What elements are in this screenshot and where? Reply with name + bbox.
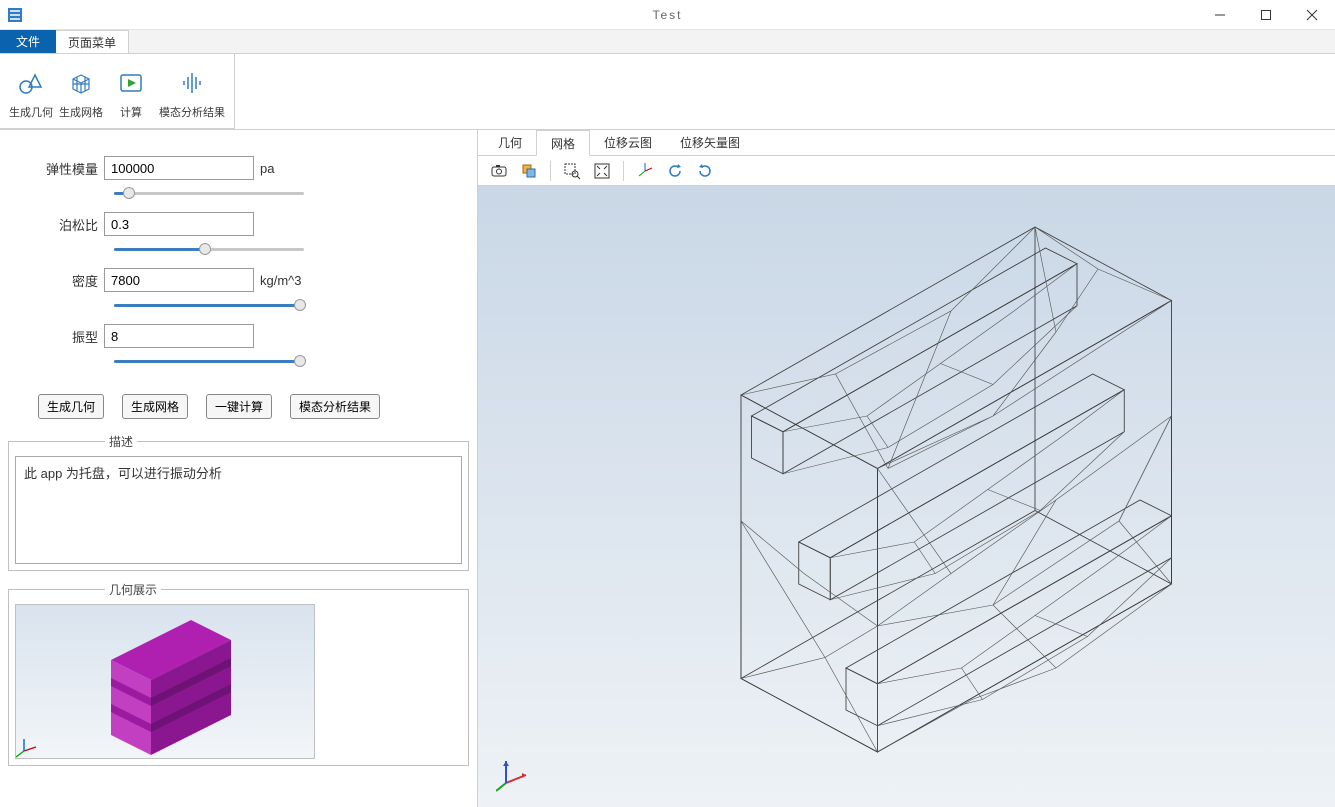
camera-icon[interactable] bbox=[486, 159, 512, 183]
tab-geometry[interactable]: 几何 bbox=[484, 130, 536, 155]
window-title: Test bbox=[0, 8, 1335, 22]
poisson-label: 泊松比 bbox=[8, 215, 104, 234]
geometry-icon bbox=[17, 69, 45, 100]
waveform-icon bbox=[178, 69, 206, 100]
description-fieldset: 描述 此 app 为托盘，可以进行振动分析 bbox=[8, 433, 469, 571]
zoom-extent-icon[interactable] bbox=[589, 159, 615, 183]
ribbon-gen-mesh[interactable]: 生成网格 bbox=[56, 58, 106, 124]
scene-icon[interactable] bbox=[516, 159, 542, 183]
description-text: 此 app 为托盘，可以进行振动分析 bbox=[15, 456, 462, 564]
ribbon-label: 计算 bbox=[120, 104, 142, 120]
title-bar: Test bbox=[0, 0, 1335, 30]
density-slider[interactable] bbox=[114, 296, 304, 314]
mode-slider[interactable] bbox=[114, 352, 304, 370]
poisson-slider[interactable] bbox=[114, 240, 304, 258]
mesh-cube-icon bbox=[67, 69, 95, 100]
geometry-preview-viewport[interactable] bbox=[15, 604, 315, 759]
density-input[interactable] bbox=[104, 268, 254, 292]
mode-label: 振型 bbox=[8, 327, 104, 346]
view-tabs: 几何 网格 位移云图 位移矢量图 bbox=[478, 130, 1335, 156]
elastic-modulus-input[interactable] bbox=[104, 156, 254, 180]
ribbon-gen-geom[interactable]: 生成几何 bbox=[6, 58, 56, 124]
rotate-ccw-icon[interactable] bbox=[662, 159, 688, 183]
zoom-select-icon[interactable] bbox=[559, 159, 585, 183]
mode-input[interactable] bbox=[104, 324, 254, 348]
elastic-modulus-label: 弹性模量 bbox=[8, 159, 104, 178]
close-button[interactable] bbox=[1289, 0, 1335, 30]
ribbon-label: 生成网格 bbox=[59, 104, 103, 120]
geometry-preview-fieldset: 几何展示 bbox=[8, 581, 469, 766]
ribbon-modal-result[interactable]: 模态分析结果 bbox=[156, 58, 228, 124]
rotate-cw-icon[interactable] bbox=[692, 159, 718, 183]
results-panel: 几何 网格 位移云图 位移矢量图 bbox=[478, 130, 1335, 807]
axes-icon[interactable] bbox=[632, 159, 658, 183]
density-label: 密度 bbox=[8, 271, 104, 290]
gen-mesh-button[interactable]: 生成网格 bbox=[122, 394, 188, 419]
play-icon bbox=[117, 69, 145, 100]
minimize-button[interactable] bbox=[1197, 0, 1243, 30]
elastic-modulus-unit: pa bbox=[254, 161, 274, 176]
description-legend: 描述 bbox=[105, 433, 137, 450]
file-menu[interactable]: 文件 bbox=[0, 30, 56, 53]
parameters-panel: 弹性模量 pa 泊松比 密度 kg/m^3 振型 生成 bbox=[0, 130, 478, 807]
elastic-modulus-slider[interactable] bbox=[114, 184, 304, 202]
tab-page-menu[interactable]: 页面菜单 bbox=[56, 30, 129, 53]
axis-triad-icon bbox=[496, 753, 536, 793]
ribbon: 生成几何 生成网格 计算 模态分析结果 bbox=[0, 54, 1335, 130]
density-unit: kg/m^3 bbox=[254, 273, 302, 288]
tab-mesh[interactable]: 网格 bbox=[536, 130, 590, 156]
poisson-input[interactable] bbox=[104, 212, 254, 236]
gen-geom-button[interactable]: 生成几何 bbox=[38, 394, 104, 419]
compute-button[interactable]: 一键计算 bbox=[206, 394, 272, 419]
tab-disp-vector[interactable]: 位移矢量图 bbox=[666, 130, 754, 155]
geometry-preview-legend: 几何展示 bbox=[105, 581, 161, 598]
modal-result-button[interactable]: 模态分析结果 bbox=[290, 394, 380, 419]
ribbon-tabs: 文件 页面菜单 bbox=[0, 30, 1335, 54]
ribbon-label: 生成几何 bbox=[9, 104, 53, 120]
mesh-viewport[interactable] bbox=[478, 186, 1335, 807]
view-toolbar bbox=[478, 156, 1335, 186]
tab-disp-cloud[interactable]: 位移云图 bbox=[590, 130, 666, 155]
ribbon-label: 模态分析结果 bbox=[159, 104, 225, 120]
maximize-button[interactable] bbox=[1243, 0, 1289, 30]
ribbon-compute[interactable]: 计算 bbox=[106, 58, 156, 124]
